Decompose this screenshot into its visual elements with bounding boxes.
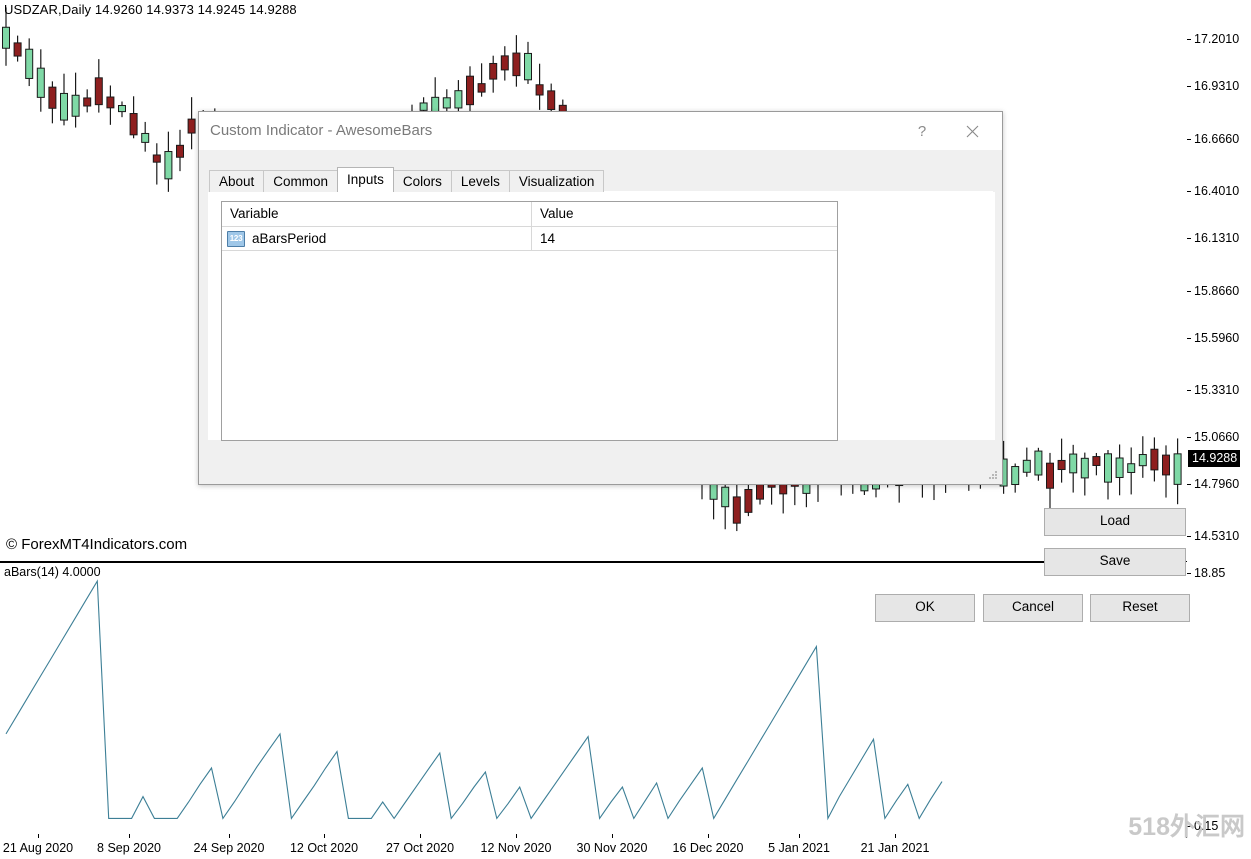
time-grid-mark xyxy=(612,834,613,838)
price-tick-label: 14.7960 xyxy=(1194,477,1239,491)
credit-watermark: © ForexMT4Indicators.com xyxy=(6,536,187,553)
grip-dot xyxy=(995,477,997,479)
tick-mark xyxy=(1187,390,1191,391)
tick-mark xyxy=(1187,573,1191,574)
time-grid-mark xyxy=(324,834,325,838)
parameter-row[interactable]: 123 aBarsPeriod 14 xyxy=(222,227,837,251)
time-tick-label: 8 Sep 2020 xyxy=(97,841,161,855)
price-tick-label: 16.1310 xyxy=(1194,231,1239,245)
time-tick-label: 27 Oct 2020 xyxy=(386,841,454,855)
column-header-variable[interactable]: Variable xyxy=(222,202,532,226)
site-watermark: 518外汇网 xyxy=(1128,807,1245,843)
tick-mark xyxy=(1187,484,1191,485)
tick-mark xyxy=(1187,536,1191,537)
tick-mark xyxy=(1187,238,1191,239)
time-grid-mark xyxy=(516,834,517,838)
tab-about[interactable]: About xyxy=(209,170,264,192)
time-grid-mark xyxy=(229,834,230,838)
ok-button[interactable]: OK xyxy=(875,594,975,622)
price-tick-label: 15.8660 xyxy=(1194,284,1239,298)
time-tick-label: 21 Jan 2021 xyxy=(861,841,930,855)
column-header-value[interactable]: Value xyxy=(532,202,837,226)
time-tick-label: 30 Nov 2020 xyxy=(577,841,648,855)
parameters-grid-rows: 123 aBarsPeriod 14 xyxy=(222,227,837,251)
load-button[interactable]: Load xyxy=(1044,508,1186,536)
time-tick-label: 12 Nov 2020 xyxy=(481,841,552,855)
tick-mark xyxy=(1187,86,1191,87)
cancel-button[interactable]: Cancel xyxy=(983,594,1083,622)
dialog-tabs[interactable]: AboutCommonInputsColorsLevelsVisualizati… xyxy=(209,168,603,192)
price-tick-label: 16.9310 xyxy=(1194,79,1239,93)
parameter-name: aBarsPeriod xyxy=(252,231,326,246)
time-grid-mark xyxy=(420,834,421,838)
tab-common[interactable]: Common xyxy=(263,170,338,192)
grip-dot xyxy=(989,477,991,479)
tick-mark xyxy=(1187,39,1191,40)
save-button[interactable]: Save xyxy=(1044,548,1186,576)
time-grid-mark xyxy=(799,834,800,838)
price-tick-label: 15.0660 xyxy=(1194,430,1239,444)
grip-dot xyxy=(995,471,997,473)
time-grid-mark xyxy=(895,834,896,838)
time-grid-mark xyxy=(708,834,709,838)
indicator-scale[interactable]: 18.850.15 xyxy=(1186,562,1251,837)
reset-button[interactable]: Reset xyxy=(1090,594,1190,622)
tab-inputs[interactable]: Inputs xyxy=(337,167,394,192)
tab-visualization[interactable]: Visualization xyxy=(509,170,605,192)
help-icon[interactable]: ? xyxy=(900,117,944,145)
parameters-grid[interactable]: Variable Value 123 aBarsPeriod 14 xyxy=(221,201,838,441)
mt4-chart-window: USDZAR,Daily 14.9260 14.9373 14.9245 14.… xyxy=(0,0,1251,859)
inputs-tab-panel: Variable Value 123 aBarsPeriod 14 xyxy=(208,192,995,440)
price-tick-label: 15.3310 xyxy=(1194,383,1239,397)
price-tick-label: 16.6660 xyxy=(1194,132,1239,146)
grip-dot xyxy=(992,477,994,479)
tick-mark xyxy=(1187,191,1191,192)
tick-mark xyxy=(1187,139,1191,140)
custom-indicator-dialog[interactable]: Custom Indicator - AwesomeBars ? AboutCo… xyxy=(198,111,1003,485)
time-tick-label: 16 Dec 2020 xyxy=(673,841,744,855)
tick-mark xyxy=(1187,291,1191,292)
time-grid-mark xyxy=(38,834,39,838)
tick-mark xyxy=(1187,437,1191,438)
tick-mark xyxy=(1187,338,1191,339)
price-tick-label: 15.5960 xyxy=(1194,331,1239,345)
price-scale[interactable]: 17.2010 16.9310 16.6660 16.4010 16.1310 15.86… xyxy=(1186,0,1251,561)
symbol-period-label: USDZAR,Daily 14.9260 14.9373 14.9245 14.… xyxy=(4,2,297,17)
current-price-badge: 14.9288 xyxy=(1188,450,1240,467)
parameter-variable-cell[interactable]: 123 aBarsPeriod xyxy=(222,227,532,250)
indicator-tick-label: 18.85 xyxy=(1194,566,1225,580)
time-tick-label: 21 Aug 2020 xyxy=(3,841,73,855)
dialog-titlebar[interactable]: Custom Indicator - AwesomeBars ? xyxy=(199,112,1002,150)
numeric-type-icon: 123 xyxy=(227,231,245,247)
parameters-grid-header: Variable Value xyxy=(222,202,837,227)
grip-dot xyxy=(992,474,994,476)
time-tick-label: 12 Oct 2020 xyxy=(290,841,358,855)
time-grid-mark xyxy=(129,834,130,838)
time-tick-label: 24 Sep 2020 xyxy=(194,841,265,855)
tab-colors[interactable]: Colors xyxy=(393,170,452,192)
dialog-title: Custom Indicator - AwesomeBars xyxy=(210,122,432,139)
price-tick-label: 16.4010 xyxy=(1194,184,1239,198)
indicator-label: aBars(14) 4.0000 xyxy=(4,565,101,579)
price-tick-label: 14.5310 xyxy=(1194,529,1239,543)
resize-grip[interactable] xyxy=(989,471,999,481)
time-tick-label: 5 Jan 2021 xyxy=(768,841,830,855)
close-icon[interactable] xyxy=(950,117,994,145)
time-scale[interactable]: 21 Aug 2020 8 Sep 2020 24 Sep 2020 12 Oct 2… xyxy=(0,838,1251,859)
parameter-value-cell[interactable]: 14 xyxy=(532,227,837,250)
grip-dot xyxy=(995,474,997,476)
price-tick-label: 17.2010 xyxy=(1194,32,1239,46)
dialog-body: AboutCommonInputsColorsLevelsVisualizati… xyxy=(199,150,1002,484)
tab-levels[interactable]: Levels xyxy=(451,170,510,192)
